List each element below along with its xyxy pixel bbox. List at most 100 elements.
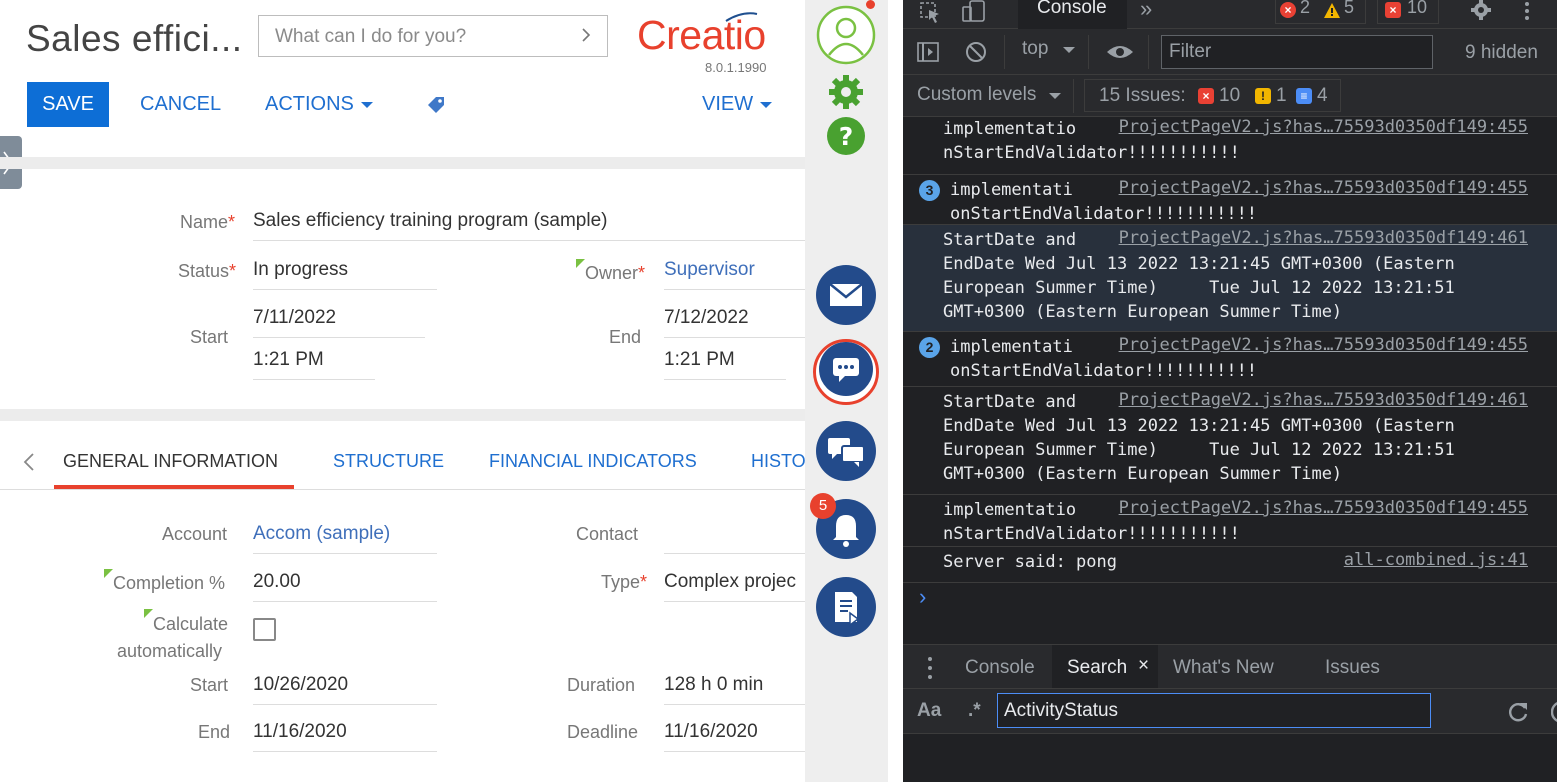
calculate-automatically-checkbox[interactable] bbox=[253, 618, 276, 641]
drawer-tabs: Console Search × What's New Issues bbox=[903, 644, 1557, 689]
warning-icon bbox=[1324, 3, 1340, 18]
source-link[interactable]: all-combined.js:41 bbox=[1344, 550, 1528, 570]
type-field[interactable]: Complex projec bbox=[664, 571, 796, 593]
status-field[interactable]: In progress bbox=[253, 259, 348, 281]
feed-button[interactable] bbox=[816, 421, 876, 481]
field-underline bbox=[664, 553, 805, 554]
email-button[interactable] bbox=[816, 265, 876, 325]
settings-gear-icon[interactable] bbox=[1469, 0, 1493, 22]
errors-warnings-counter[interactable]: × 2 5 bbox=[1275, 0, 1366, 24]
chat-button[interactable] bbox=[819, 342, 873, 396]
more-options-icon[interactable] bbox=[1522, 1, 1532, 23]
end-date-field[interactable]: 7/12/2022 bbox=[664, 307, 749, 329]
command-search-input[interactable]: What can I do for you? bbox=[258, 15, 608, 57]
deadline-field[interactable]: 11/16/2020 bbox=[664, 721, 758, 743]
drawer-menu-icon[interactable] bbox=[926, 656, 934, 680]
cancel-search-icon[interactable] bbox=[1551, 700, 1557, 724]
chevron-right-icon[interactable] bbox=[579, 28, 593, 42]
tab-structure[interactable]: STRUCTURE bbox=[333, 451, 444, 472]
source-link[interactable]: ProjectPageV2.js?has…75593d0350df149:455 bbox=[1119, 117, 1528, 137]
view-label: VIEW bbox=[702, 93, 754, 115]
live-expression-eye-icon[interactable] bbox=[1105, 43, 1135, 61]
tab-financial-indicators[interactable]: FINANCIAL INDICATORS bbox=[489, 451, 697, 472]
errors-count: 2 bbox=[1300, 0, 1311, 17]
repeat-count-badge: 3 bbox=[919, 180, 940, 201]
drawer-tab-whats-new[interactable]: What's New bbox=[1173, 657, 1274, 679]
tab-general-information[interactable]: GENERAL INFORMATION bbox=[63, 451, 278, 472]
settings-gear-icon[interactable] bbox=[826, 72, 866, 112]
devtools-main-tabs: Console » × 2 5 × 10 bbox=[903, 0, 1557, 29]
name-field[interactable]: Sales efficiency training program (sampl… bbox=[253, 210, 607, 232]
tab-console-label: Console bbox=[1037, 0, 1107, 18]
tag-icon[interactable] bbox=[425, 94, 447, 116]
owner-field[interactable]: Supervisor bbox=[664, 259, 755, 281]
console-message[interactable]: implementatio nStartEndValidator!!!!!!!!!… bbox=[903, 495, 1557, 547]
owner-label: Owner* bbox=[585, 263, 646, 283]
sidebar-toggle-icon[interactable] bbox=[917, 42, 939, 62]
inspect-element-icon[interactable] bbox=[919, 2, 943, 24]
end-time-field[interactable]: 1:21 PM bbox=[664, 349, 735, 371]
tabs-scroll-left-icon[interactable] bbox=[22, 453, 36, 471]
drawer-tab-console[interactable]: Console bbox=[965, 657, 1035, 679]
regex-button[interactable]: .* bbox=[968, 700, 981, 722]
console-message[interactable]: implementatio nStartEndValidator!!!!!!!!!… bbox=[903, 117, 1557, 175]
field-underline bbox=[664, 601, 805, 602]
source-link[interactable]: ProjectPageV2.js?has…75593d0350df149:455 bbox=[1119, 178, 1528, 198]
issues-counter[interactable]: × 10 bbox=[1377, 0, 1439, 24]
context-selector[interactable]: top bbox=[1022, 38, 1075, 60]
notifications-count-badge: 5 bbox=[810, 493, 836, 519]
tab-console[interactable]: Console bbox=[1018, 0, 1127, 29]
caret-down-icon bbox=[360, 101, 373, 108]
type-label: Type* bbox=[601, 572, 648, 592]
help-icon[interactable]: ? bbox=[825, 115, 867, 157]
cancel-button[interactable]: CANCEL bbox=[140, 82, 221, 127]
duration-field[interactable]: 128 h 0 min bbox=[664, 674, 763, 696]
refresh-icon[interactable] bbox=[1506, 700, 1530, 724]
end-field[interactable]: 11/16/2020 bbox=[253, 721, 347, 743]
source-link[interactable]: ProjectPageV2.js?has…75593d0350df149:455 bbox=[1119, 335, 1528, 355]
field-underline bbox=[253, 240, 805, 241]
start-date-field[interactable]: 7/11/2022 bbox=[253, 307, 336, 329]
match-case-button[interactable]: Aa bbox=[917, 700, 941, 722]
tab-history[interactable]: HISTO bbox=[751, 451, 805, 472]
account-field[interactable]: Accom (sample) bbox=[253, 523, 390, 545]
completion-field[interactable]: 20.00 bbox=[253, 571, 301, 593]
start-label: Start bbox=[190, 675, 229, 695]
console-filter-input[interactable]: Filter bbox=[1161, 35, 1433, 69]
close-icon[interactable]: × bbox=[1138, 655, 1149, 677]
process-button[interactable] bbox=[816, 577, 876, 637]
console-message[interactable]: 2 implementati onStartEndValidator!!!!!!!!… bbox=[903, 332, 1557, 387]
view-button[interactable]: VIEW bbox=[702, 82, 773, 127]
console-message[interactable]: Server said: pong all-combined.js:41 bbox=[903, 547, 1557, 583]
actions-button[interactable]: ACTIONS bbox=[265, 82, 373, 127]
creatio-page: Sales effici... What can I do for you? C… bbox=[0, 0, 805, 782]
console-message[interactable]: StartDate and EndDate Wed Jul 13 2022 13:… bbox=[903, 387, 1557, 495]
console-prompt-icon[interactable]: › bbox=[919, 584, 926, 610]
console-message-text: EndDate Wed Jul 13 2022 13:21:45 GMT+030… bbox=[943, 254, 1455, 274]
source-link[interactable]: ProjectPageV2.js?has…75593d0350df149:461 bbox=[1119, 228, 1528, 248]
issues-button[interactable]: 15 Issues: × 10 ! 1 ≡ 4 bbox=[1084, 79, 1341, 112]
clear-console-icon[interactable] bbox=[965, 41, 987, 63]
name-label: Name* bbox=[180, 212, 236, 232]
more-tabs-icon[interactable]: » bbox=[1140, 0, 1152, 22]
search-input[interactable]: ActivityStatus bbox=[997, 693, 1431, 728]
console-message-text: GMT+0300 (Eastern European Summer Time) bbox=[943, 302, 1343, 322]
section-divider bbox=[0, 157, 805, 169]
start-time-field[interactable]: 1:21 PM bbox=[253, 349, 324, 371]
console-message-text: implementatio bbox=[943, 119, 1077, 139]
log-levels-dropdown[interactable]: Custom levels bbox=[917, 84, 1061, 106]
device-toolbar-icon[interactable] bbox=[960, 0, 988, 24]
start-field[interactable]: 10/26/2020 bbox=[253, 674, 348, 696]
console-message[interactable]: 3 implementati onStartEndValidator!!!!!!!!… bbox=[903, 175, 1557, 225]
drawer-tab-search[interactable]: Search × bbox=[1052, 645, 1158, 688]
error-icon: × bbox=[1280, 2, 1296, 18]
source-link[interactable]: ProjectPageV2.js?has…75593d0350df149:461 bbox=[1119, 390, 1528, 410]
save-button[interactable]: SAVE bbox=[27, 82, 109, 127]
caret-down-icon bbox=[760, 101, 773, 108]
source-link[interactable]: ProjectPageV2.js?has…75593d0350df149:455 bbox=[1119, 498, 1528, 518]
required-marker-icon bbox=[576, 259, 585, 268]
profile-icon[interactable] bbox=[814, 3, 878, 67]
console-message-text: European Summer Time) Tue Jul 12 2022 13… bbox=[943, 440, 1455, 460]
console-message[interactable]: StartDate and EndDate Wed Jul 13 2022 13:… bbox=[903, 225, 1557, 332]
drawer-tab-issues[interactable]: Issues bbox=[1325, 657, 1380, 679]
